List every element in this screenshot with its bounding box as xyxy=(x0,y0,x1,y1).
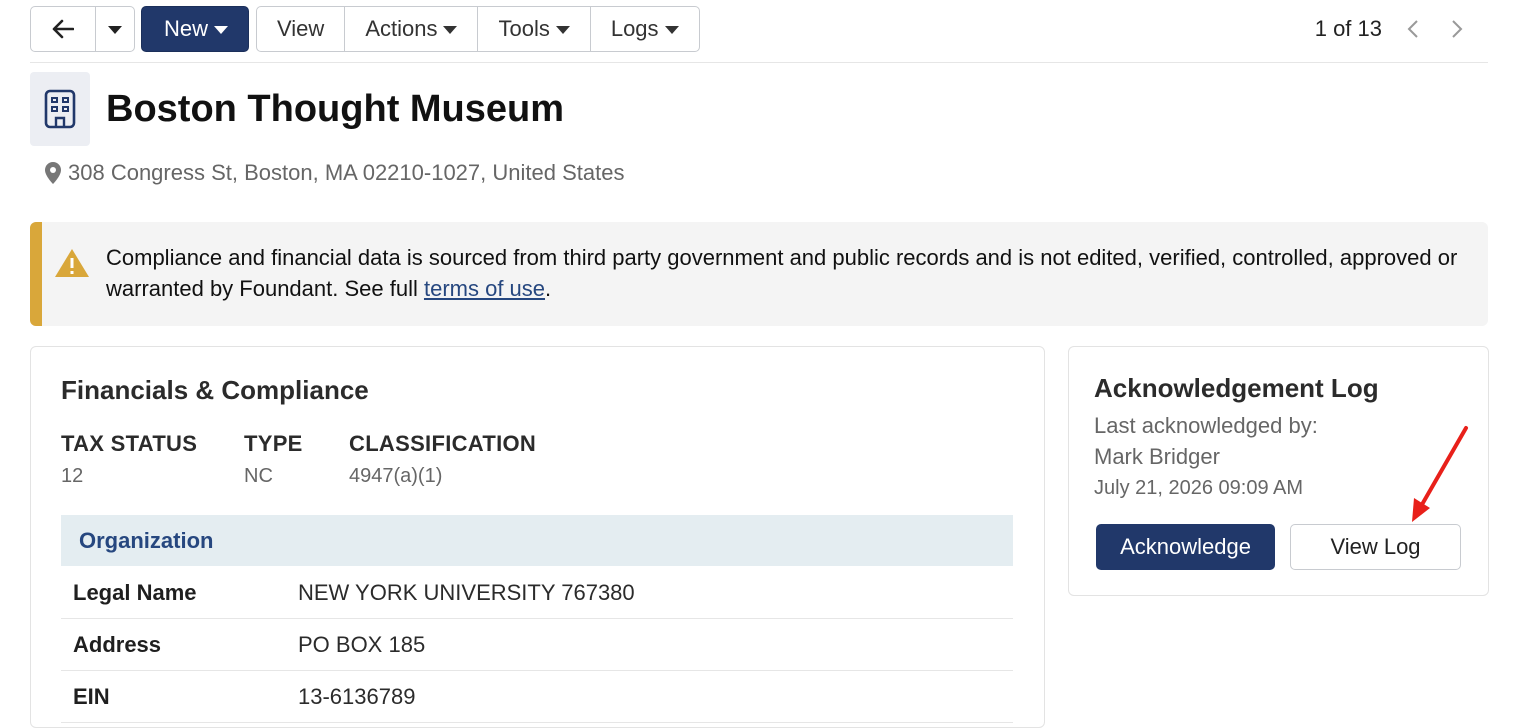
arrow-left-icon xyxy=(52,19,74,39)
compliance-notice: Compliance and financial data is sourced… xyxy=(30,222,1488,326)
menu-button-group: View Actions Tools Logs xyxy=(256,6,700,52)
logs-label: Logs xyxy=(610,16,659,41)
classification-value: 4947(a)(1) xyxy=(349,465,443,487)
chevron-left-icon xyxy=(1407,20,1418,38)
financials-card: Financials & Compliance TAX STATUS 12 TY… xyxy=(30,346,1045,728)
map-pin-icon xyxy=(45,162,61,184)
table-row: EIN 13-6136789 xyxy=(61,670,1013,723)
row-label: Address xyxy=(73,632,162,657)
notice-body: Compliance and financial data is sourced… xyxy=(106,245,1458,301)
tax-status-field: TAX STATUS 12 xyxy=(61,431,197,488)
view-label: View xyxy=(277,16,325,41)
type-value: NC xyxy=(244,465,273,487)
chevron-down-icon xyxy=(214,26,229,34)
organization-section-title: Organization xyxy=(79,528,214,553)
chevron-right-icon xyxy=(1452,20,1463,38)
actions-button[interactable]: Actions xyxy=(345,7,479,51)
notice-period: . xyxy=(545,276,552,301)
row-label: EIN xyxy=(73,684,110,709)
last-acknowledged-label: Last acknowledged by: xyxy=(1094,413,1318,438)
toolbar: New View Actions Tools Logs xyxy=(30,6,700,52)
tools-label: Tools xyxy=(498,16,550,41)
tax-status-label: TAX STATUS xyxy=(61,431,198,456)
row-value: 13-6136789 xyxy=(298,684,416,709)
financials-title: Financials & Compliance xyxy=(61,375,369,405)
acknowledged-by-name: Mark Bridger xyxy=(1094,444,1220,469)
logs-button[interactable]: Logs xyxy=(591,7,699,51)
acknowledged-date: July 21, 2026 09:09 AM xyxy=(1094,477,1304,499)
organization-address: 308 Congress St, Boston, MA 02210-1027, … xyxy=(44,160,624,186)
classification-label: CLASSIFICATION xyxy=(349,431,537,456)
warning-icon xyxy=(54,248,90,283)
back-button[interactable] xyxy=(31,7,96,51)
chevron-down-icon xyxy=(555,26,570,34)
pager-text: 1 of 13 xyxy=(1314,16,1382,41)
type-field: TYPE NC xyxy=(244,431,303,488)
tools-button[interactable]: Tools xyxy=(478,7,591,51)
previous-record-button[interactable] xyxy=(1398,14,1428,44)
organization-avatar xyxy=(30,72,90,146)
row-value: NEW YORK UNIVERSITY 767380 xyxy=(298,580,635,605)
building-icon xyxy=(44,89,76,129)
pager: 1 of 13 xyxy=(1315,14,1472,44)
classification-field: CLASSIFICATION 4947(a)(1) xyxy=(349,431,536,488)
chevron-down-icon xyxy=(443,26,458,34)
table-row: Address PO BOX 185 xyxy=(61,618,1013,671)
acknowledge-button[interactable]: Acknowledge xyxy=(1096,524,1275,570)
view-button[interactable]: View xyxy=(257,7,346,51)
notice-accent-bar xyxy=(30,222,42,326)
chevron-down-icon xyxy=(664,26,679,34)
view-log-button[interactable]: View Log xyxy=(1290,524,1461,570)
row-label: Legal Name xyxy=(73,580,197,605)
annotation-arrow-icon xyxy=(1412,426,1468,522)
new-button-label: New xyxy=(164,16,209,41)
organization-section-header: Organization xyxy=(61,515,1013,566)
chevron-down-icon xyxy=(108,26,122,34)
page-title: Boston Thought Museum xyxy=(106,88,565,130)
divider xyxy=(30,62,1488,63)
actions-label: Actions xyxy=(365,16,438,41)
tax-status-value: 12 xyxy=(61,465,84,487)
address-text: 308 Congress St, Boston, MA 02210-1027, … xyxy=(68,160,625,185)
history-dropdown-button[interactable] xyxy=(96,7,134,51)
back-button-group xyxy=(30,6,135,52)
next-record-button[interactable] xyxy=(1442,14,1472,44)
notice-text: Compliance and financial data is sourced… xyxy=(106,242,1476,304)
row-value: PO BOX 185 xyxy=(298,632,426,657)
acknowledgement-log-title: Acknowledgement Log xyxy=(1094,373,1379,403)
type-label: TYPE xyxy=(244,431,303,456)
terms-of-use-link[interactable]: terms of use xyxy=(424,276,545,301)
table-row: Legal Name NEW YORK UNIVERSITY 767380 xyxy=(61,566,1013,619)
new-button[interactable]: New xyxy=(141,6,250,52)
